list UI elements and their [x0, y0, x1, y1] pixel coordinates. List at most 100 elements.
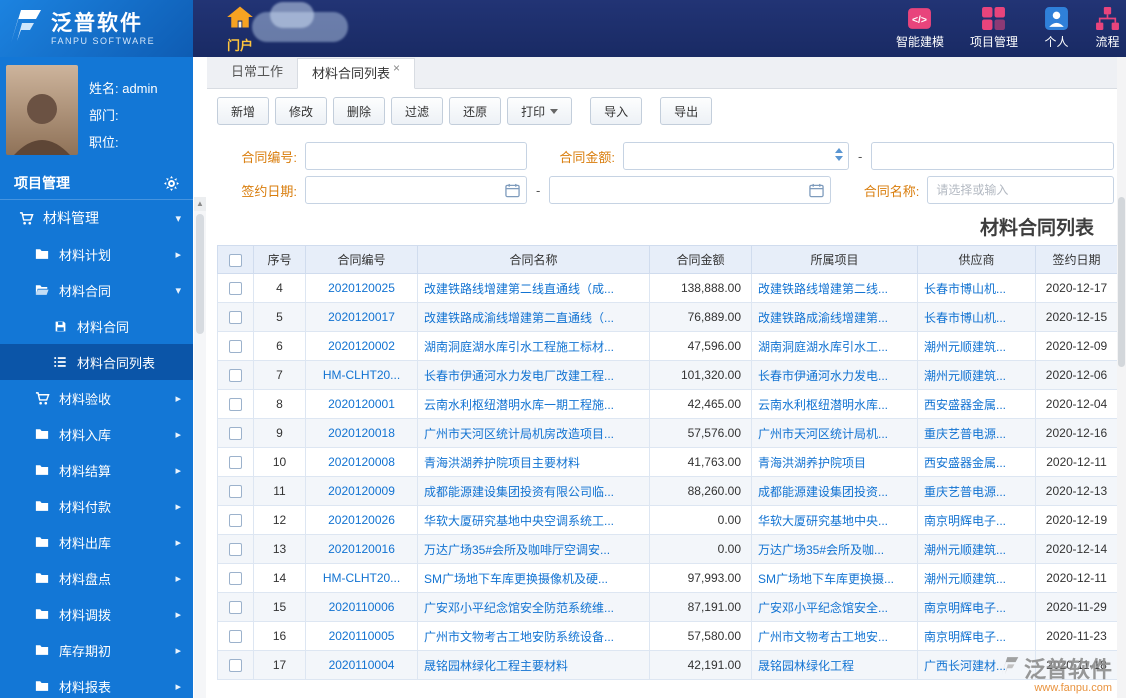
page-scrollbar[interactable]	[1117, 57, 1126, 698]
column-header[interactable]: 所属项目	[751, 245, 918, 274]
row-checkbox[interactable]	[229, 572, 242, 586]
date-to-input[interactable]	[550, 177, 831, 203]
table-row[interactable]: 6 2020120002 湖南洞庭湖水库引水工程施工标材... 47,596.00 湖南…	[217, 331, 1118, 361]
scrollbar-thumb[interactable]	[1118, 197, 1125, 367]
contract-no-link[interactable]: 2020120018	[305, 418, 418, 448]
sidebar-item-material-settlement[interactable]: 材料结算 ▸	[0, 452, 193, 488]
sidebar-item-material-stocktaking[interactable]: 材料盘点 ▸	[0, 560, 193, 596]
table-row[interactable]: 7 HM-CLHT20... 长春市伊通河水力发电厂改建工程... 101,320.0…	[217, 360, 1118, 390]
row-checkbox[interactable]	[229, 398, 242, 412]
row-checkbox[interactable]	[229, 340, 242, 354]
sidebar-item-material-outbound[interactable]: 材料出库 ▸	[0, 524, 193, 560]
sidebar-item-material-report[interactable]: 材料报表 ▸	[0, 668, 193, 698]
select-all-checkbox[interactable]	[229, 253, 242, 267]
row-checkbox[interactable]	[229, 456, 242, 470]
contract-no-link[interactable]: HM-CLHT20...	[305, 360, 418, 390]
calendar-icon[interactable]	[505, 183, 520, 198]
row-checkbox[interactable]	[229, 311, 242, 325]
sidebar-item-material-transfer[interactable]: 材料调拨 ▸	[0, 596, 193, 632]
contract-no-link[interactable]: 2020120025	[305, 273, 418, 303]
table-row[interactable]: 5 2020120017 改建铁路成渝线增建第二直通线（... 76,889.00 改建…	[217, 302, 1118, 332]
sidebar-item-material-contract-group[interactable]: 材料合同 ▾	[0, 272, 193, 308]
row-checkbox[interactable]	[229, 514, 242, 528]
scrollbar-thumb[interactable]	[196, 214, 204, 334]
table-row[interactable]: 17 2020110004 晟铭园林绿化工程主要材料 42,191.00 晟铭园林绿化工…	[217, 650, 1118, 680]
table-row[interactable]: 8 2020120001 云南水利枢纽潜明水库一期工程施... 42,465.00 云南…	[217, 389, 1118, 419]
filter-button[interactable]: 过滤	[391, 97, 444, 125]
contract-no-link[interactable]: 2020120026	[305, 505, 418, 535]
import-button[interactable]: 导入	[590, 97, 643, 125]
restore-button[interactable]: 还原	[449, 97, 502, 125]
delete-button[interactable]: 删除	[333, 97, 386, 125]
cell: 华软大厦研究基地中央...	[751, 505, 918, 535]
date-from-input[interactable]	[306, 177, 526, 203]
row-checkbox[interactable]	[229, 485, 242, 499]
export-button[interactable]: 导出	[660, 97, 713, 125]
close-icon[interactable]: ×	[393, 61, 400, 75]
sidebar-item-inventory-initial[interactable]: 库存期初 ▸	[0, 632, 193, 668]
table-row[interactable]: 16 2020110005 广州市文物考古工地安防系统设备... 57,580.00 广…	[217, 621, 1118, 651]
scroll-up-icon[interactable]: ▲	[194, 197, 206, 211]
row-checkbox[interactable]	[229, 369, 242, 383]
add-button[interactable]: 新增	[217, 97, 270, 125]
sidebar-item-material-payment[interactable]: 材料付款 ▸	[0, 488, 193, 524]
tab-material-contract-list[interactable]: 材料合同列表 ×	[297, 58, 416, 89]
contract-name-input[interactable]	[928, 177, 1113, 203]
contract-no-link[interactable]: 2020110004	[305, 650, 418, 680]
column-header[interactable]: 序号	[253, 245, 306, 274]
table-row[interactable]: 15 2020110006 广安邓小平纪念馆安全防范系统维... 87,191.00 广…	[217, 592, 1118, 622]
contract-no-link[interactable]: 2020120008	[305, 447, 418, 477]
topbar-app-personal[interactable]: 个人	[1044, 5, 1069, 50]
sidebar-item-material-plan[interactable]: 材料计划 ▸	[0, 236, 193, 272]
calendar-icon[interactable]	[809, 183, 825, 198]
column-header[interactable]: 签约日期	[1035, 245, 1118, 274]
topbar-app-workflow[interactable]: 流程	[1095, 5, 1120, 50]
column-header[interactable]: 供应商	[917, 245, 1036, 274]
sidebar-item-material-management[interactable]: 材料管理 ▾	[0, 200, 193, 236]
number-spinner-icon[interactable]	[835, 148, 843, 161]
contract-no-input[interactable]	[306, 143, 526, 169]
column-header[interactable]: 合同编号	[305, 245, 418, 274]
modify-button[interactable]: 修改	[275, 97, 328, 125]
content-scrollbar[interactable]: ▲	[194, 197, 206, 698]
sidebar-item-material-inbound[interactable]: 材料入库 ▸	[0, 416, 193, 452]
sidebar-item-material-acceptance[interactable]: 材料验收 ▸	[0, 380, 193, 416]
table-row[interactable]: 13 2020120016 万达广场35#会所及咖啡厅空调安... 0.00 万达广场3…	[217, 534, 1118, 564]
tab-daily-work[interactable]: 日常工作	[217, 57, 297, 88]
row-checkbox[interactable]	[229, 630, 242, 644]
select-all-header[interactable]	[217, 245, 254, 274]
contract-no-link[interactable]: 2020120001	[305, 389, 418, 419]
contract-no-link[interactable]: 2020120017	[305, 302, 418, 332]
row-select-cell	[217, 476, 254, 506]
contract-no-link[interactable]: HM-CLHT20...	[305, 563, 418, 593]
sidebar-item-material-contract[interactable]: 材料合同	[0, 308, 193, 344]
contract-no-link[interactable]: 2020120002	[305, 331, 418, 361]
contract-no-link[interactable]: 2020110005	[305, 621, 418, 651]
row-checkbox[interactable]	[229, 427, 242, 441]
column-header[interactable]: 合同名称	[417, 245, 650, 274]
contract-no-link[interactable]: 2020120009	[305, 476, 418, 506]
row-checkbox[interactable]	[229, 282, 242, 296]
topbar-app-project-management[interactable]: 项目管理	[970, 5, 1018, 50]
row-checkbox[interactable]	[229, 601, 242, 615]
table-row[interactable]: 10 2020120008 青海洪湖养护院项目主要材料 41,763.00 青海洪湖养护…	[217, 447, 1118, 477]
amount-to-input[interactable]	[872, 143, 1113, 169]
app-logo[interactable]: 泛普软件 FANPU SOFTWARE	[0, 0, 193, 57]
row-checkbox[interactable]	[229, 543, 242, 557]
row-checkbox[interactable]	[229, 659, 242, 673]
table-row[interactable]: 14 HM-CLHT20... SM广场地下车库更换摄像机及硬... 97,993.0…	[217, 563, 1118, 593]
gear-icon[interactable]	[164, 175, 179, 191]
table-row[interactable]: 9 2020120018 广州市天河区统计局机房改造项目... 57,576.00 广州…	[217, 418, 1118, 448]
avatar[interactable]	[6, 65, 78, 155]
portal-button[interactable]: 门户	[218, 5, 262, 54]
sidebar-item-material-contract-list[interactable]: 材料合同列表	[0, 344, 193, 380]
table-row[interactable]: 11 2020120009 成都能源建设集团投资有限公司临... 88,260.00 成…	[217, 476, 1118, 506]
print-button[interactable]: 打印	[507, 97, 573, 125]
contract-no-link[interactable]: 2020120016	[305, 534, 418, 564]
column-header[interactable]: 合同金额	[649, 245, 752, 274]
topbar-app-smart-modeling[interactable]: </> 智能建模	[896, 5, 944, 50]
table-row[interactable]: 4 2020120025 改建铁路线增建第二线直通线（成... 138,888.00 改…	[217, 273, 1118, 303]
table-row[interactable]: 12 2020120026 华软大厦研究基地中央空调系统工... 0.00 华软大厦研究…	[217, 505, 1118, 535]
amount-from-input[interactable]	[624, 143, 848, 169]
contract-no-link[interactable]: 2020110006	[305, 592, 418, 622]
